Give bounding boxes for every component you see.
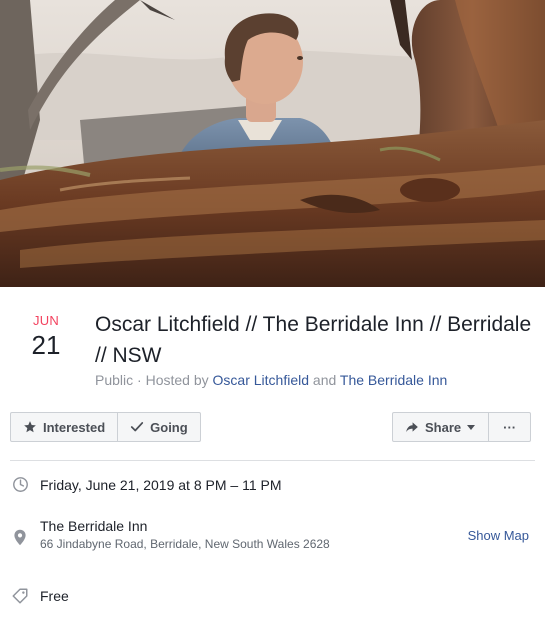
host-link-oscar[interactable]: Oscar Litchfield [213,372,309,388]
event-price: Free [40,588,69,604]
more-options-label: ··· [503,419,517,435]
share-button[interactable]: Share [393,413,488,441]
interested-label: Interested [43,419,106,435]
event-month: JUN [33,313,59,328]
going-button[interactable]: Going [117,413,200,441]
share-button-group: Share ··· [392,412,532,442]
check-icon [131,422,144,432]
share-label: Share [425,419,462,435]
event-title: Oscar Litchfield // The Berridale Inn //… [95,313,532,367]
event-date-badge: JUN 21 [18,313,74,361]
event-meta: Public · Hosted by Oscar Litchfield and … [95,372,447,388]
venue-name[interactable]: The Berridale Inn [40,518,330,534]
event-privacy: Public [95,372,134,388]
share-arrow-icon [406,422,418,433]
star-icon [24,421,36,433]
event-datetime[interactable]: Friday, June 21, 2019 at 8 PM – 11 PM [40,477,282,493]
venue-info: The Berridale Inn 66 Jindabyne Road, Ber… [40,518,330,551]
caret-down-icon[interactable] [466,422,476,432]
event-cover-photo [0,0,545,287]
host-link-berridale-inn[interactable]: The Berridale Inn [340,372,447,388]
clock-icon [10,476,30,493]
hosted-by-label: Hosted by [145,372,209,388]
event-day: 21 [31,330,61,360]
meta-separator: · [137,372,146,388]
going-label: Going [150,419,188,435]
price-tag-icon [10,587,30,605]
event-datetime-row: Friday, June 21, 2019 at 8 PM – 11 PM [10,476,535,493]
venue-address: 66 Jindabyne Road, Berridale, New South … [40,537,330,551]
event-price-row: Free [10,587,535,605]
show-map-link[interactable]: Show Map [468,528,529,543]
rsvp-button-group: Interested Going [10,412,201,442]
and-label: and [312,372,337,388]
map-pin-icon [10,529,30,546]
event-location-row: The Berridale Inn 66 Jindabyne Road, Ber… [10,518,535,551]
section-divider [10,460,535,461]
more-options-button[interactable]: ··· [488,413,530,441]
interested-button[interactable]: Interested [11,413,117,441]
